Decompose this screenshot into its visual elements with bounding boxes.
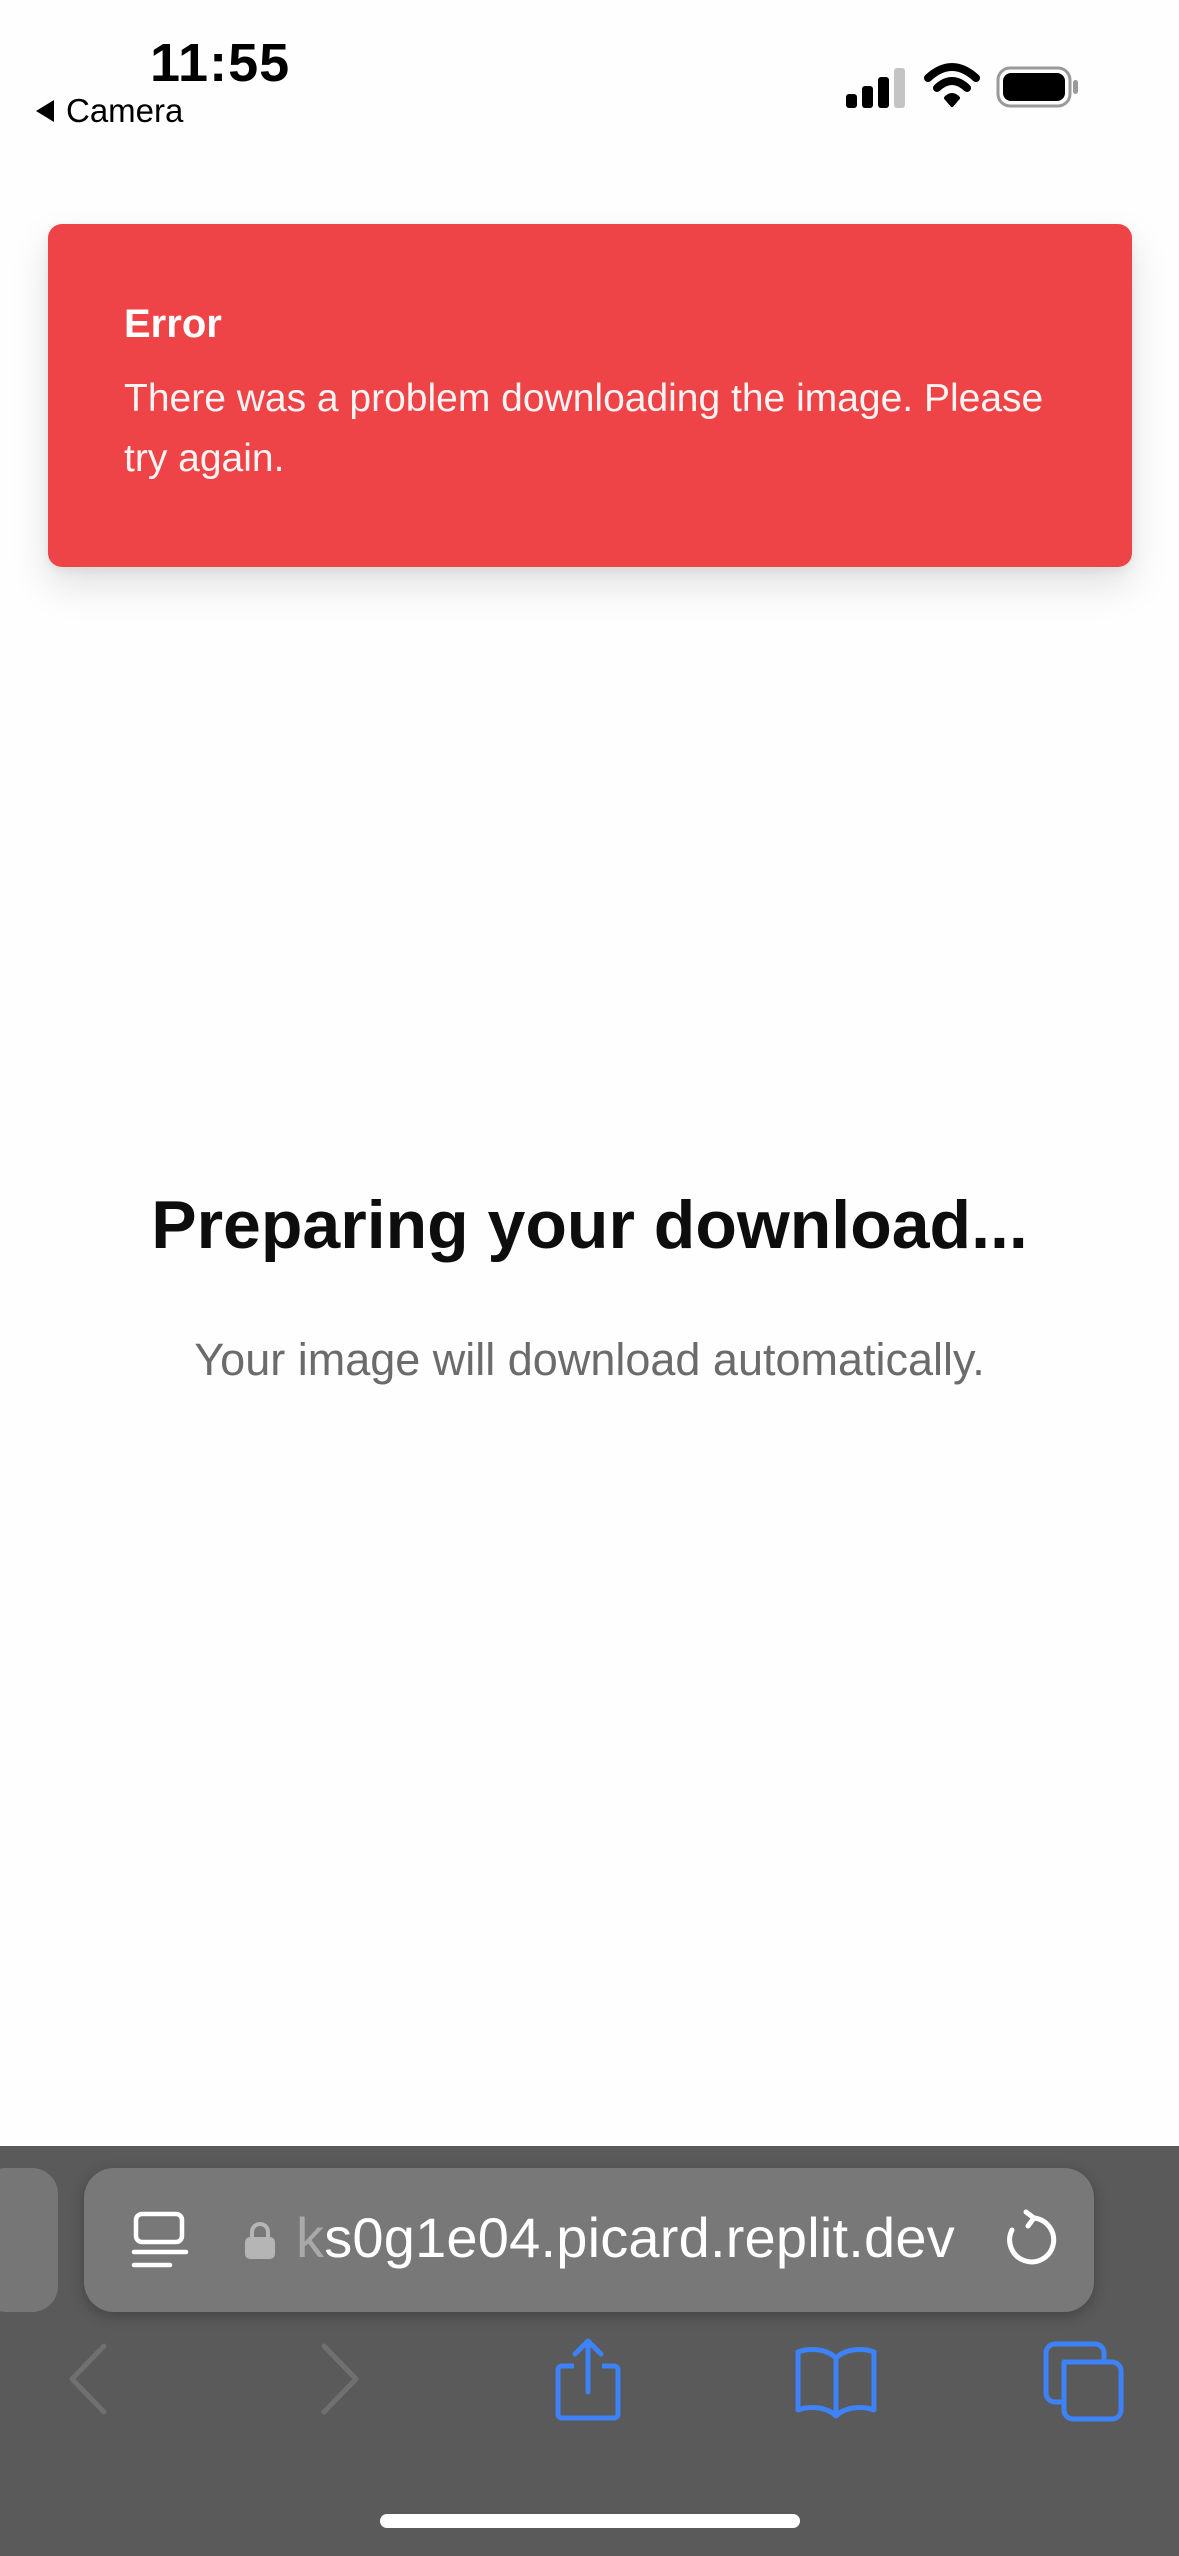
url-text[interactable]: ks0g1e04.picard.replit.dev: [296, 2205, 955, 2270]
forward-chevron-icon[interactable]: [312, 2336, 368, 2422]
address-bar[interactable]: ks0g1e04.picard.replit.dev: [84, 2168, 1094, 2312]
url-domain: s0g1e04.picard.replit.dev: [324, 2206, 955, 2269]
home-indicator[interactable]: [380, 2514, 800, 2528]
page-menu-icon[interactable]: [130, 2210, 190, 2272]
lock-icon: [245, 2222, 275, 2259]
page-heading: Preparing your download...: [151, 1187, 1028, 1263]
wifi-icon: [924, 63, 980, 107]
back-chevron-icon[interactable]: [60, 2336, 116, 2422]
browser-toolbar: ks0g1e04.picard.replit.dev: [0, 2146, 1179, 2556]
page-subtext: Your image will download automatically.: [194, 1334, 985, 1385]
toast-title: Error: [124, 302, 222, 346]
toast-message: There was a problem downloading the imag…: [124, 377, 1044, 480]
tabs-icon[interactable]: [1040, 2336, 1128, 2422]
screen: 11:55 Camera Error There was a problem d…: [0, 0, 1179, 2556]
back-triangle-icon: [36, 100, 54, 122]
error-toast[interactable]: Error There was a problem downloading th…: [48, 224, 1132, 567]
bookmarks-icon[interactable]: [792, 2336, 880, 2422]
battery-icon: [996, 66, 1078, 108]
url-faded-prefix: k: [296, 2206, 325, 2269]
back-app-label: Camera: [66, 92, 184, 129]
cellular-signal-icon: [846, 68, 905, 108]
previous-tab-card[interactable]: [0, 2168, 58, 2312]
back-to-app-button[interactable]: Camera: [36, 92, 183, 130]
share-icon[interactable]: [548, 2336, 628, 2422]
status-time: 11:55: [150, 33, 291, 93]
reload-icon[interactable]: [998, 2208, 1062, 2272]
